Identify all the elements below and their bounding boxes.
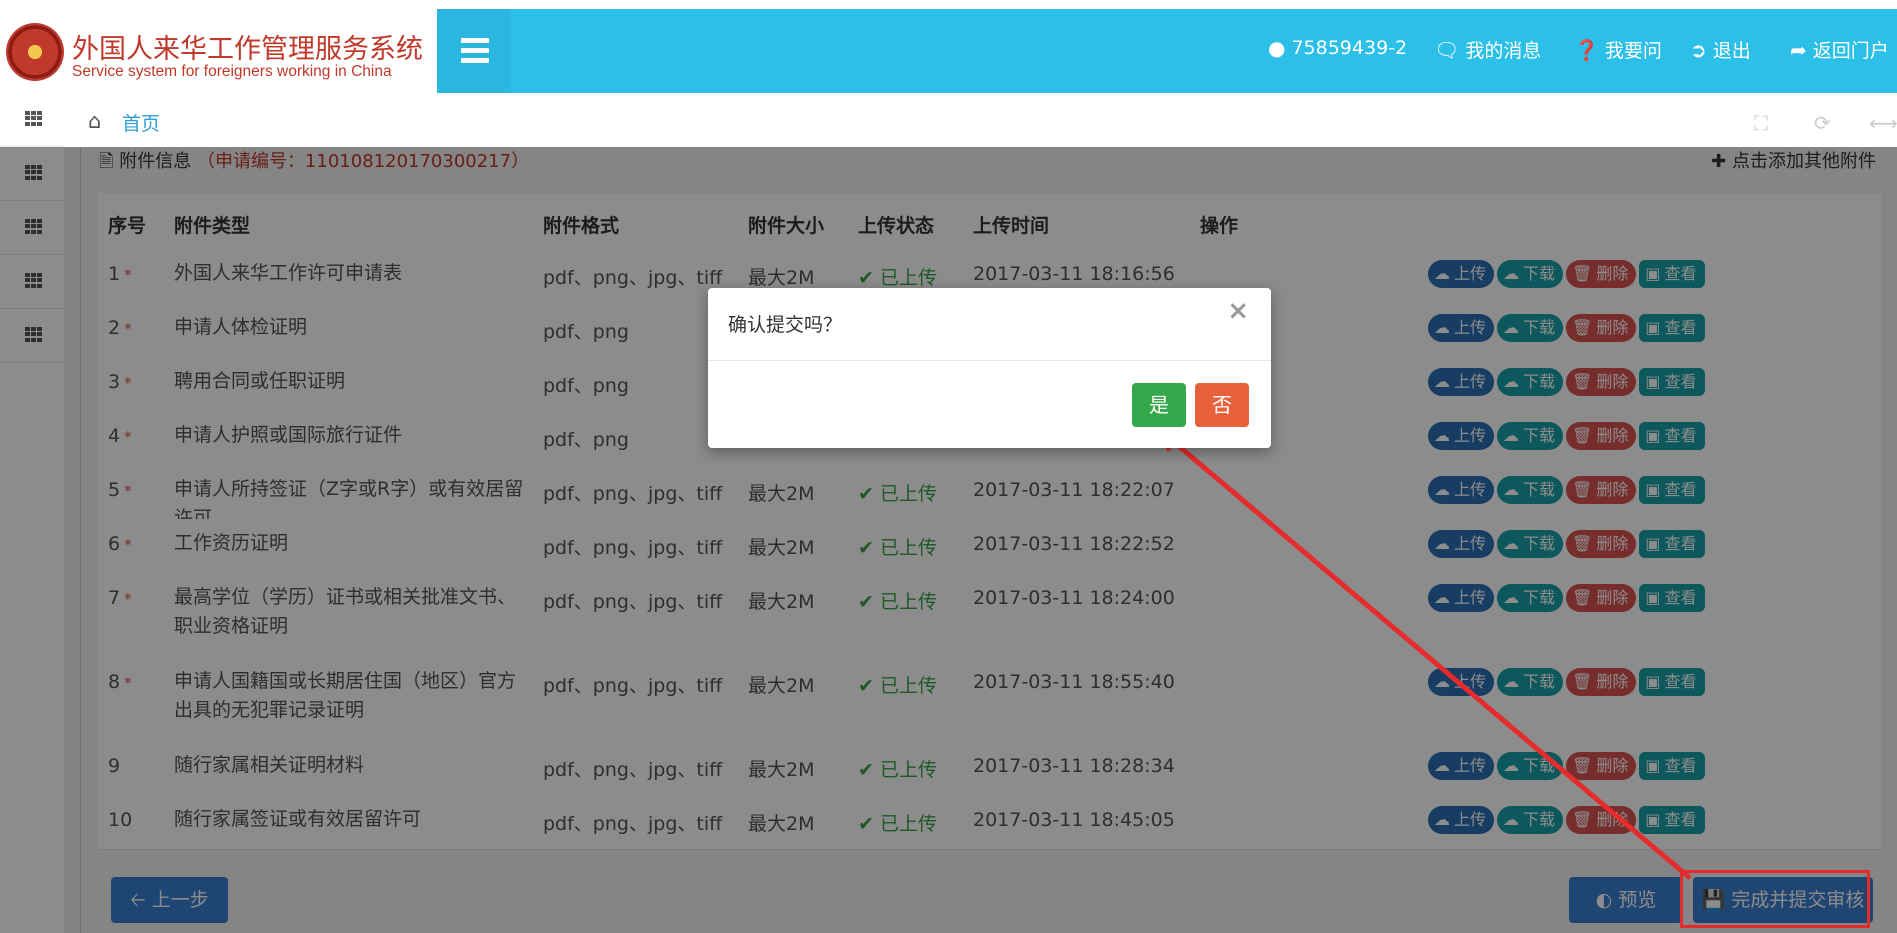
logout-label: 退出 bbox=[1712, 40, 1751, 62]
breadcrumb-home[interactable]: 首页 bbox=[122, 109, 160, 136]
no-button[interactable]: 否 bbox=[1195, 383, 1249, 427]
help-link[interactable]: ❓ 我要问 bbox=[1574, 36, 1662, 63]
sign-out-icon: ➲ bbox=[1690, 37, 1707, 62]
confirm-dialog: 确认提交吗？ × 是 否 bbox=[708, 288, 1271, 448]
modal-backdrop[interactable] bbox=[0, 147, 1897, 933]
header: 外国人来华工作管理服务系统 Service system for foreign… bbox=[0, 0, 1897, 93]
app-subtitle: Service system for foreigners working in… bbox=[72, 63, 392, 80]
collapse-icon[interactable]: ⟷ bbox=[1869, 111, 1897, 135]
hamburger-icon[interactable] bbox=[437, 9, 511, 93]
refresh-icon[interactable]: ⟳ bbox=[1814, 111, 1831, 135]
fullscreen-icon[interactable]: ⛶ bbox=[1754, 111, 1768, 135]
user-icon: ● bbox=[1268, 36, 1286, 60]
emblem-logo bbox=[8, 25, 62, 79]
annotation-highlight-box bbox=[1680, 870, 1870, 928]
question-icon: ❓ bbox=[1574, 37, 1599, 62]
portal-label: 返回门户 bbox=[1812, 40, 1889, 62]
app-title: 外国人来华工作管理服务系统 bbox=[72, 34, 423, 65]
portal-link[interactable]: ➦ 返回门户 bbox=[1790, 36, 1889, 63]
grid-icon bbox=[25, 111, 43, 126]
close-icon[interactable]: × bbox=[1227, 296, 1249, 326]
dialog-title: 确认提交吗？ bbox=[728, 314, 843, 336]
home-icon[interactable]: ⌂ bbox=[88, 109, 101, 133]
chat-icon: 🗨 bbox=[1434, 37, 1460, 62]
user-menu[interactable]: ● 75859439-2 bbox=[1268, 36, 1407, 60]
user-id: 75859439-2 bbox=[1291, 37, 1408, 59]
messages-label: 我的消息 bbox=[1465, 40, 1542, 62]
messages-link[interactable]: 🗨 我的消息 bbox=[1434, 36, 1541, 63]
sidebar-item-1[interactable] bbox=[0, 93, 64, 147]
breadcrumb: ⌂ 首页 ⛶ ⟳ ⟷ bbox=[64, 93, 1897, 148]
brand[interactable]: 外国人来华工作管理服务系统 Service system for foreign… bbox=[0, 9, 437, 93]
help-label: 我要问 bbox=[1604, 40, 1662, 62]
yes-button[interactable]: 是 bbox=[1132, 383, 1186, 427]
logout-link[interactable]: ➲ 退出 bbox=[1690, 36, 1751, 63]
share-arrow-icon: ➦ bbox=[1790, 37, 1807, 62]
